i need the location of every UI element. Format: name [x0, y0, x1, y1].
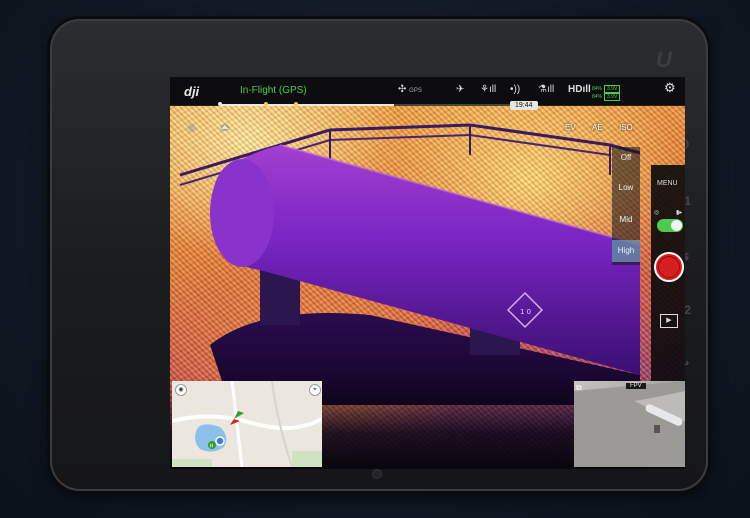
propane-tank-image: 1 0 — [179, 123, 641, 405]
progress-marker-mid — [294, 102, 298, 106]
flight-time: 19:44 — [510, 101, 538, 110]
mini-map[interactable]: H ◉ ⌖ — [172, 381, 322, 467]
map-compass-icon[interactable]: ◉ — [175, 384, 187, 396]
dji-logo[interactable]: dji — [184, 84, 199, 99]
fpv-graphic — [574, 381, 685, 467]
device-logo: U — [656, 47, 672, 72]
controller-device: U ⏻ F1 ⇆ F2 ↩ — [50, 19, 708, 491]
flight-mode-icon[interactable]: ✈ — [456, 84, 464, 96]
screen: 1 0 dji In-Flight (GPS) ✣ GPS ✈ ⚘ıll •))… — [170, 77, 685, 469]
remote-signal-icon[interactable]: ⚗ıll — [538, 84, 554, 96]
flight-status[interactable]: In-Flight (GPS) — [240, 85, 307, 96]
map-locate-icon[interactable]: ⌖ — [309, 384, 321, 396]
menu-button[interactable]: MENU — [657, 180, 678, 187]
gps-label: GPS — [409, 88, 422, 94]
svg-text:1 0: 1 0 — [520, 308, 531, 316]
svg-text:H: H — [210, 444, 214, 450]
record-button[interactable] — [654, 252, 684, 282]
iso-option-high[interactable]: High — [612, 240, 640, 262]
progress-marker-warn — [264, 102, 268, 106]
fpv-view[interactable]: ⧉ FPV — [574, 381, 685, 467]
playback-button[interactable]: ▶ — [660, 314, 678, 328]
iso-mode-label[interactable]: ISO — [619, 123, 633, 132]
iso-option-low[interactable]: Low — [612, 177, 640, 199]
obstacle-icon[interactable]: •)) — [510, 84, 520, 96]
battery-volt-2: 3.9V — [604, 93, 621, 101]
battery-percent-2: 84% — [592, 94, 603, 100]
battery-indicator[interactable]: 84% 3.9V 84% 3.9V — [590, 85, 621, 101]
iso-selector-panel: Off Low Mid High — [612, 147, 640, 265]
satellite-icon[interactable]: ⚘ıll — [480, 84, 496, 96]
toggle-knob — [671, 220, 682, 231]
swap-view-icon[interactable]: ⧉ — [576, 383, 582, 393]
horizon-icon[interactable]: ⏶ — [220, 120, 230, 135]
hd-label: HD — [568, 84, 583, 95]
progress-marker-start — [218, 102, 222, 106]
settings-gear-icon[interactable]: ⚙ — [664, 81, 676, 94]
ae-lock-label[interactable]: AE — [592, 123, 603, 132]
photo-mode-icon[interactable]: ◎ — [654, 209, 659, 216]
top-status-bar: dji In-Flight (GPS) ✣ GPS ✈ ⚘ıll •)) ⚗ıl… — [170, 77, 685, 106]
focus-icon[interactable]: ⌾ — [188, 121, 195, 136]
iso-option-off[interactable]: Off — [612, 147, 640, 169]
battery-volt-1: 3.9V — [604, 85, 621, 93]
home-indicator — [372, 469, 382, 479]
map-graphic: H — [172, 381, 322, 467]
video-mode-icon[interactable]: ▮▸ — [676, 209, 682, 216]
hd-signal-icon[interactable]: HDıll — [568, 84, 591, 96]
exposure-label[interactable]: EV — [565, 123, 576, 132]
battery-percent-1: 84% — [592, 86, 603, 92]
aircraft-icon[interactable]: ✣ GPS — [398, 84, 422, 97]
photo-video-toggle[interactable] — [657, 219, 683, 232]
iso-option-mid[interactable]: Mid — [612, 209, 640, 231]
fpv-label: FPV — [626, 383, 646, 389]
